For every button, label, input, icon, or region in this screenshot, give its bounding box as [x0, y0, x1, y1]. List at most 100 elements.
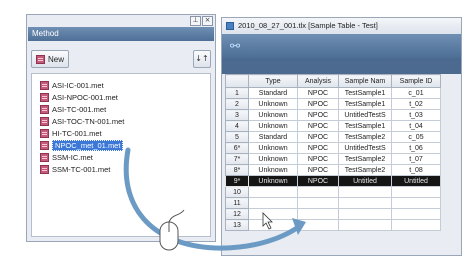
sample-name-cell[interactable]: TestSample1 — [338, 98, 392, 110]
method-file-list[interactable]: ASI-IC-001.met ASI-NPOC-001.met ASI-TC-001… — [31, 73, 211, 237]
type-cell[interactable]: Unknown — [248, 98, 298, 110]
row-number[interactable]: 9* — [225, 175, 249, 187]
file-list-item[interactable]: NPOC_met_01.met — [40, 140, 124, 151]
type-cell[interactable]: Unknown — [248, 142, 298, 154]
sample-id-cell[interactable] — [391, 208, 441, 220]
sample-id-cell[interactable]: t_04 — [391, 120, 441, 132]
row-number[interactable]: 3 — [225, 109, 249, 121]
sample-name-cell[interactable]: TestSample1 — [338, 120, 392, 132]
table-row[interactable]: 5 Standard NPOC TestSample2 c_05 — [225, 131, 441, 143]
row-number[interactable]: 7* — [225, 153, 249, 165]
col-header-sample-id[interactable]: Sample ID — [391, 74, 441, 88]
sample-id-cell[interactable] — [391, 197, 441, 209]
type-cell[interactable]: Standard — [248, 87, 298, 99]
sample-id-cell[interactable] — [391, 186, 441, 198]
file-list-item[interactable]: ASI-TOC-TN-001.met — [40, 116, 124, 127]
sample-name-cell[interactable] — [338, 186, 392, 198]
analysis-cell[interactable]: NPOC — [297, 109, 339, 121]
method-file-icon — [40, 105, 49, 114]
pin-icon[interactable]: ⊥ — [190, 16, 201, 26]
sample-id-cell[interactable] — [391, 219, 441, 231]
table-row[interactable]: 1 Standard NPOC TestSample1 c_01 — [225, 87, 441, 99]
table-header-row: Type Analysis Sample Nam Sample ID — [225, 74, 441, 88]
table-row[interactable]: 3 Unknown NPOC UntitledTestS t_03 — [225, 109, 441, 121]
analysis-cell[interactable]: NPOC — [297, 164, 339, 176]
row-number[interactable]: 12 — [225, 208, 249, 220]
row-number[interactable]: 4 — [225, 120, 249, 132]
sort-button[interactable]: ↓↑ — [193, 50, 211, 68]
sample-name-cell[interactable] — [338, 208, 392, 220]
file-list-item[interactable]: ASI-IC-001.met — [40, 80, 104, 91]
sample-id-cell[interactable]: t_08 — [391, 164, 441, 176]
row-number[interactable]: 11 — [225, 197, 249, 209]
col-header-analysis[interactable]: Analysis — [297, 74, 339, 88]
sample-name-cell[interactable]: TestSample2 — [338, 153, 392, 165]
analysis-cell[interactable]: NPOC — [297, 153, 339, 165]
sample-name-cell[interactable] — [338, 197, 392, 209]
type-cell[interactable]: Unknown — [248, 153, 298, 165]
type-cell[interactable]: Unknown — [248, 109, 298, 121]
sample-id-cell[interactable]: c_01 — [391, 87, 441, 99]
table-row[interactable]: 13 — [225, 219, 441, 231]
row-number[interactable]: 13 — [225, 219, 249, 231]
col-header-sample-name[interactable]: Sample Nam — [338, 74, 392, 88]
sample-name-cell[interactable]: Untitled — [338, 175, 392, 187]
row-number[interactable]: 6* — [225, 142, 249, 154]
table-row[interactable]: 10 — [225, 186, 441, 198]
method-file-icon — [40, 93, 49, 102]
sample-id-cell[interactable]: t_07 — [391, 153, 441, 165]
sample-id-cell[interactable]: t_03 — [391, 109, 441, 121]
analysis-cell[interactable]: NPOC — [297, 87, 339, 99]
type-cell[interactable] — [248, 208, 298, 220]
analysis-cell[interactable]: NPOC — [297, 175, 339, 187]
new-button[interactable]: New — [31, 50, 69, 68]
sample-name-cell[interactable]: TestSample2 — [338, 164, 392, 176]
type-cell[interactable]: Unknown — [248, 175, 298, 187]
sample-name-cell[interactable]: UntitledTestS — [338, 109, 392, 121]
analysis-cell[interactable]: NPOC — [297, 131, 339, 143]
analysis-cell[interactable] — [297, 208, 339, 220]
row-number[interactable]: 1 — [225, 87, 249, 99]
table-row[interactable]: 6* Unknown NPOC UntitledTestS t_06 — [225, 142, 441, 154]
col-header-type[interactable]: Type — [248, 74, 298, 88]
table-row[interactable]: 9* Unknown NPOC Untitled Untitled — [225, 175, 441, 187]
sample-id-cell[interactable]: c_05 — [391, 131, 441, 143]
sample-id-cell[interactable]: Untitled — [391, 175, 441, 187]
sample-id-cell[interactable]: t_02 — [391, 98, 441, 110]
analysis-cell[interactable]: NPOC — [297, 142, 339, 154]
analysis-cell[interactable]: NPOC — [297, 98, 339, 110]
type-cell[interactable]: Unknown — [248, 120, 298, 132]
type-cell[interactable]: Standard — [248, 131, 298, 143]
type-cell[interactable] — [248, 186, 298, 198]
type-cell[interactable] — [248, 197, 298, 209]
file-list-item[interactable]: SSM-IC.met — [40, 152, 93, 163]
file-list-item[interactable]: SSM-TC-001.met — [40, 164, 110, 175]
analysis-cell[interactable] — [297, 197, 339, 209]
row-number[interactable]: 10 — [225, 186, 249, 198]
sample-name-cell[interactable] — [338, 219, 392, 231]
type-cell[interactable] — [248, 219, 298, 231]
table-row[interactable]: 7* Unknown NPOC TestSample2 t_07 — [225, 153, 441, 165]
table-row[interactable]: 2 Unknown NPOC TestSample1 t_02 — [225, 98, 441, 110]
table-row[interactable]: 11 — [225, 197, 441, 209]
table-row[interactable]: 8* Unknown NPOC TestSample2 t_08 — [225, 164, 441, 176]
table-row[interactable]: 12 — [225, 208, 441, 220]
sample-id-cell[interactable]: t_06 — [391, 142, 441, 154]
analysis-cell[interactable] — [297, 186, 339, 198]
sample-name-cell[interactable]: TestSample2 — [338, 131, 392, 143]
sample-name-cell[interactable]: UntitledTestS — [338, 142, 392, 154]
row-number[interactable]: 5 — [225, 131, 249, 143]
sample-name-cell[interactable]: TestSample1 — [338, 87, 392, 99]
link-icon[interactable]: ⚯ — [230, 40, 246, 52]
type-cell[interactable]: Unknown — [248, 164, 298, 176]
analysis-cell[interactable]: NPOC — [297, 120, 339, 132]
file-list-item[interactable]: HI-TC-001.met — [40, 128, 102, 139]
row-number[interactable]: 8* — [225, 164, 249, 176]
file-list-item[interactable]: ASI-TC-001.met — [40, 104, 106, 115]
col-header-index[interactable] — [225, 74, 249, 88]
table-row[interactable]: 4 Unknown NPOC TestSample1 t_04 — [225, 120, 441, 132]
analysis-cell[interactable] — [297, 219, 339, 231]
file-list-item[interactable]: ASI-NPOC-001.met — [40, 92, 118, 103]
close-icon[interactable]: × — [202, 16, 213, 26]
row-number[interactable]: 2 — [225, 98, 249, 110]
